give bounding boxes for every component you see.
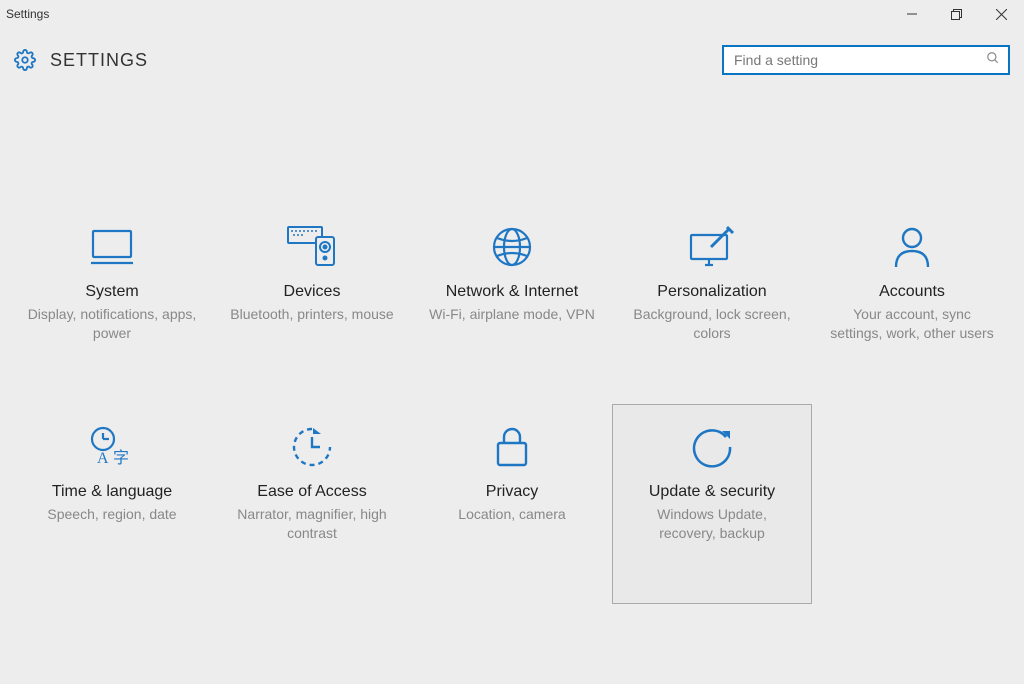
tile-devices[interactable]: Devices Bluetooth, printers, mouse: [212, 204, 412, 404]
tile-update-security[interactable]: Update & security Windows Update, recove…: [612, 404, 812, 604]
content: System Display, notifications, apps, pow…: [0, 84, 1024, 604]
tile-label: System: [85, 283, 138, 301]
tile-desc: Speech, region, date: [47, 505, 176, 524]
settings-grid: System Display, notifications, apps, pow…: [12, 204, 1012, 604]
tile-label: Network & Internet: [446, 283, 579, 301]
tile-label: Update & security: [649, 483, 775, 501]
person-icon: [892, 223, 932, 271]
tile-ease-of-access[interactable]: Ease of Access Narrator, magnifier, high…: [212, 404, 412, 604]
tile-desc: Wi-Fi, airplane mode, VPN: [429, 305, 595, 324]
tile-desc: Location, camera: [458, 505, 565, 524]
minimize-button[interactable]: [889, 0, 934, 28]
window-title: Settings: [6, 7, 49, 21]
tile-desc: Bluetooth, printers, mouse: [230, 305, 393, 324]
window-controls: [889, 0, 1024, 28]
tile-network[interactable]: Network & Internet Wi-Fi, airplane mode,…: [412, 204, 612, 404]
svg-text:A: A: [97, 450, 109, 467]
tile-time-language[interactable]: A 字 Time & language Speech, region, date: [12, 404, 212, 604]
devices-icon: [286, 223, 338, 271]
maximize-button[interactable]: [934, 0, 979, 28]
header-left: SETTINGS: [14, 49, 148, 71]
tile-desc: Background, lock screen, colors: [627, 305, 797, 343]
globe-icon: [491, 223, 533, 271]
tile-desc: Display, notifications, apps, power: [27, 305, 197, 343]
tile-label: Accounts: [879, 283, 945, 301]
tile-label: Devices: [284, 283, 341, 301]
tile-privacy[interactable]: Privacy Location, camera: [412, 404, 612, 604]
tile-accounts[interactable]: Accounts Your account, sync settings, wo…: [812, 204, 1012, 404]
tile-label: Ease of Access: [257, 483, 366, 501]
tile-label: Personalization: [657, 283, 766, 301]
page-title: SETTINGS: [50, 50, 148, 71]
update-icon: [690, 423, 734, 471]
tile-personalization[interactable]: Personalization Background, lock screen,…: [612, 204, 812, 404]
search-box[interactable]: [722, 45, 1010, 75]
display-icon: [89, 223, 135, 271]
tile-desc: Windows Update, recovery, backup: [627, 505, 797, 543]
gear-icon: [14, 49, 36, 71]
search-input[interactable]: [732, 51, 986, 69]
ease-of-access-icon: [290, 423, 334, 471]
personalization-icon: [687, 223, 737, 271]
titlebar: Settings: [0, 0, 1024, 28]
close-button[interactable]: [979, 0, 1024, 28]
header: SETTINGS: [0, 28, 1024, 84]
tile-system[interactable]: System Display, notifications, apps, pow…: [12, 204, 212, 404]
tile-label: Privacy: [486, 483, 538, 501]
svg-text:字: 字: [113, 449, 129, 467]
tile-label: Time & language: [52, 483, 172, 501]
tile-desc: Narrator, magnifier, high contrast: [227, 505, 397, 543]
search-icon: [986, 51, 1000, 70]
time-language-icon: A 字: [87, 423, 137, 471]
lock-icon: [494, 423, 530, 471]
tile-desc: Your account, sync settings, work, other…: [827, 305, 997, 343]
